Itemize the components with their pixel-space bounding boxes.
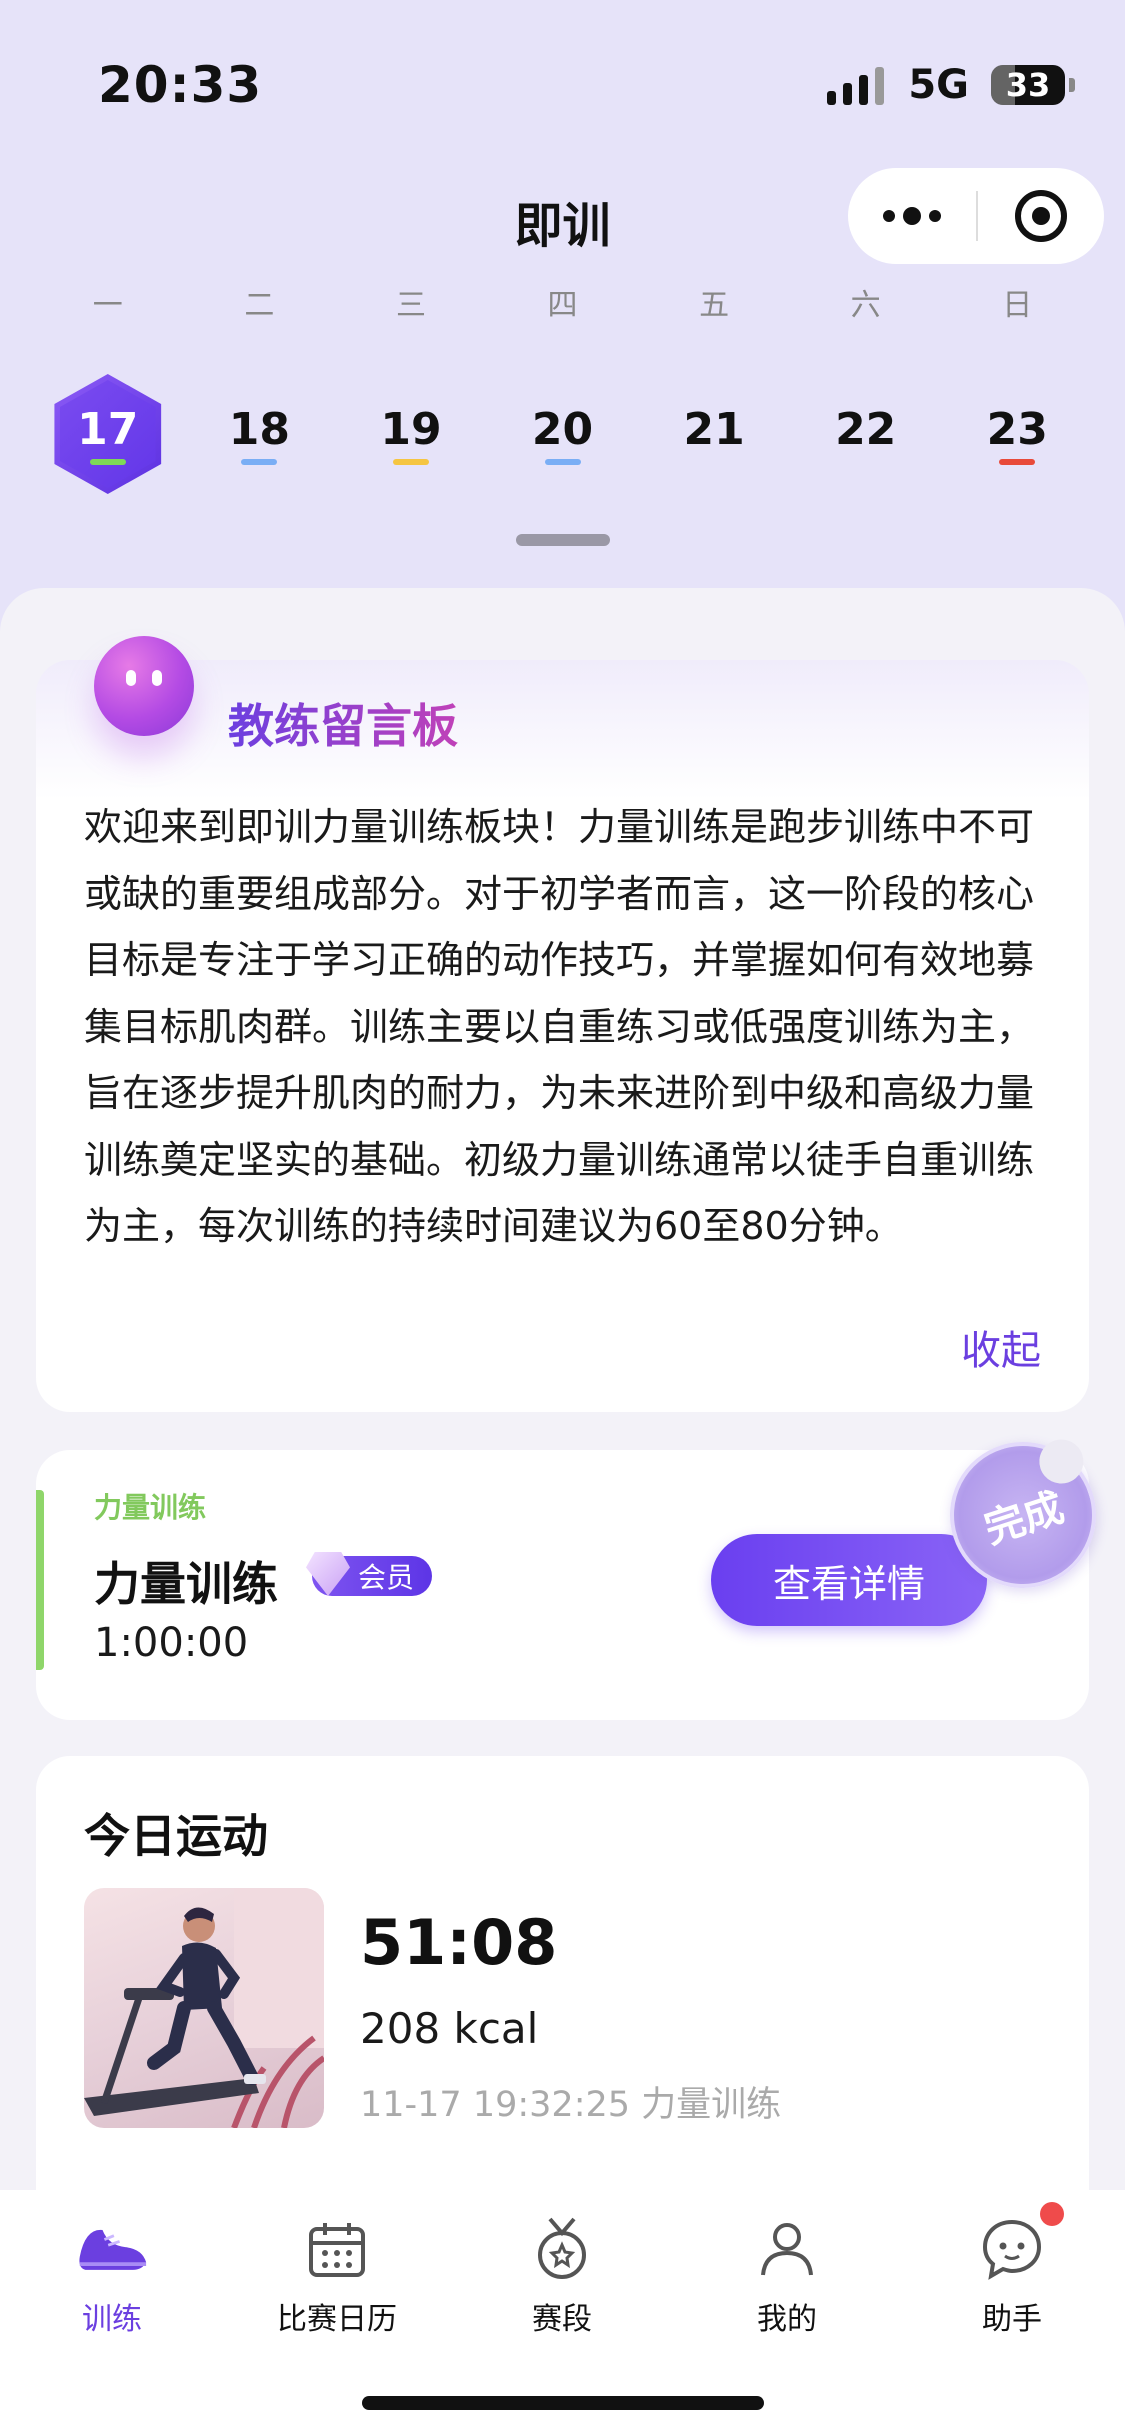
date-cell[interactable]: 19 [335, 374, 487, 494]
treadmill-runner-illustration [84, 1888, 324, 2128]
member-badge-label: 会员 [358, 1561, 415, 1594]
network-type: 5G [908, 62, 969, 108]
date-number: 18 [228, 403, 290, 455]
date-indicator [848, 459, 884, 465]
coach-board-title: 教练留言板 [228, 690, 458, 756]
tab-mine[interactable]: 我的 [707, 2216, 867, 2338]
weekday-label: 一 [92, 288, 123, 323]
signal-icon [827, 65, 885, 105]
date-indicator [89, 458, 126, 465]
weekday-label: 六 [850, 288, 881, 323]
week-calendar: 一 二 三 四 五 六 日 17 18 19 20 21 22 23 [0, 280, 1125, 494]
tab-stages[interactable]: 赛段 [482, 2216, 642, 2338]
tab-label: 训练 [82, 2302, 142, 2337]
home-indicator [362, 2396, 764, 2410]
coach-avatar-icon [94, 636, 194, 736]
weekday-label: 三 [395, 288, 426, 323]
tab-assistant[interactable]: 助手 [932, 2202, 1092, 2338]
diamond-icon [306, 1552, 350, 1596]
weekday-label: 五 [699, 288, 730, 323]
weekday-label: 二 [244, 288, 275, 323]
tab-label: 比赛日历 [277, 2302, 397, 2337]
person-icon [751, 2216, 823, 2282]
date-cell[interactable]: 21 [638, 374, 790, 494]
date-number: 23 [986, 403, 1048, 455]
training-duration: 1:00:00 [94, 1620, 249, 1666]
collapse-button[interactable]: 收起 [961, 1318, 1041, 1376]
date-indicator [392, 458, 429, 465]
exercise-meta: 11-17 19:32:25 力量训练 [360, 2085, 782, 2125]
sheet-drag-handle[interactable] [516, 534, 610, 546]
exercise-kcal: 208 kcal [360, 2004, 539, 2053]
notification-dot [1040, 2202, 1064, 2226]
weekday-label: 四 [547, 288, 578, 323]
date-indicator [241, 458, 278, 465]
weekday-label: 日 [1002, 288, 1033, 323]
more-dots-icon[interactable] [848, 207, 976, 225]
date-number: 20 [531, 403, 594, 455]
calendar-icon [301, 2216, 373, 2282]
date-cell-selected[interactable]: 17 [32, 374, 184, 494]
status-bar: 20:33 5G 33 [0, 0, 1125, 170]
date-cell[interactable]: 20 [487, 374, 639, 494]
status-indicators: 5G 33 [827, 62, 1075, 108]
assistant-chat-icon [976, 2202, 1064, 2282]
date-indicator [696, 459, 732, 465]
tab-label: 我的 [757, 2302, 817, 2337]
date-indicator [544, 458, 581, 465]
date-cell[interactable]: 22 [790, 374, 942, 494]
date-cell[interactable]: 18 [184, 374, 336, 494]
status-time: 20:33 [98, 56, 263, 114]
tab-training[interactable]: 训练 [32, 2216, 192, 2338]
date-number: 21 [683, 403, 745, 455]
date-number: 17 [77, 403, 139, 455]
coach-message-card: 教练留言板 欢迎来到即训力量训练板块！力量训练是跑步训练中不可或缺的重要组成部分… [36, 636, 1089, 1412]
tab-label: 助手 [982, 2302, 1042, 2337]
shoe-icon [76, 2216, 148, 2282]
mini-program-capsule [848, 168, 1104, 264]
date-number: 22 [835, 403, 897, 455]
training-accent-bar [36, 1490, 44, 1670]
battery-level: 33 [1005, 66, 1051, 104]
view-details-button[interactable]: 查看详情 [711, 1534, 987, 1626]
treadmill-thumbnail[interactable] [84, 1888, 324, 2128]
battery-icon: 33 [991, 65, 1075, 105]
exercise-time: 51:08 [360, 1906, 558, 1979]
tab-race-calendar[interactable]: 比赛日历 [257, 2216, 417, 2338]
date-row: 17 18 19 20 21 22 23 [0, 374, 1125, 494]
training-category-tag: 力量训练 [94, 1491, 207, 1524]
medal-icon [526, 2216, 598, 2282]
date-indicator [999, 458, 1036, 465]
today-heading: 今日运动 [84, 1809, 268, 1863]
completed-stamp-text: 完成 [979, 1484, 1070, 1554]
date-number: 19 [380, 403, 442, 455]
date-cell[interactable]: 23 [941, 374, 1093, 494]
tab-label: 赛段 [532, 2302, 592, 2337]
training-card[interactable]: 力量训练 力量训练 会员 1:00:00 查看详情 [36, 1450, 1089, 1720]
weekday-row: 一 二 三 四 五 六 日 [0, 280, 1125, 324]
coach-message: 欢迎来到即训力量训练板块！力量训练是跑步训练中不可或缺的重要组成部分。对于初学者… [84, 805, 1035, 1248]
target-icon[interactable] [978, 190, 1104, 242]
member-badge: 会员 [306, 1552, 433, 1596]
training-name: 力量训练 [94, 1557, 278, 1611]
